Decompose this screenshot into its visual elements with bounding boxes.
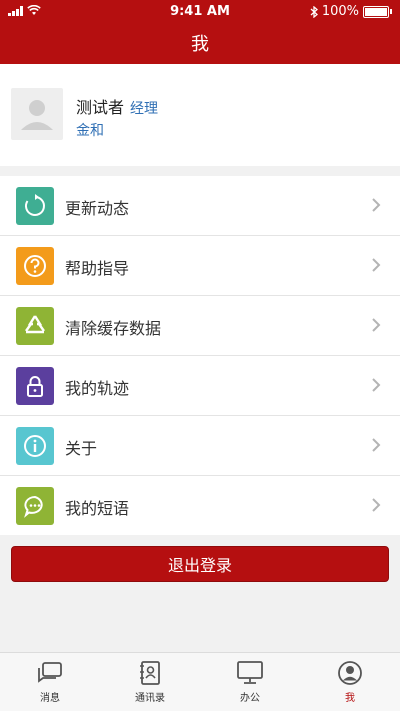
tab-label: 消息 [40,693,60,704]
avatar-placeholder-icon [21,100,53,130]
recycle-icon [16,307,54,345]
menu-list: 更新动态 帮助指导 清除缓存数据 我的轨迹 关于 我的短语 [0,176,400,535]
chevron-right-icon [372,438,381,452]
profile-role: 经理 [130,101,159,117]
profile-name: 测试者 [76,98,125,117]
user-icon [335,659,365,687]
profile-card[interactable]: 测试者 经理 金和 [0,64,400,166]
page-title: 我 [191,34,209,55]
menu-label: 帮助指导 [65,259,130,278]
chevron-right-icon [372,318,381,332]
tab-messages[interactable]: 消息 [0,653,100,711]
bluetooth-icon [310,5,318,18]
battery-percent: 100% [321,4,359,19]
tab-bar: 消息 通讯录 办公 我 [0,652,400,711]
menu-label: 清除缓存数据 [65,319,162,338]
question-icon [16,247,54,285]
menu-label: 关于 [65,439,98,458]
menu-item-update[interactable]: 更新动态 [0,176,400,236]
profile-name-line: 测试者 经理 [76,94,158,118]
chevron-right-icon [372,378,381,392]
logout-button[interactable]: 退出登录 [11,546,389,582]
menu-item-about[interactable]: 关于 [0,416,400,476]
header-bar: 9:41 AM 100% 我 [0,0,400,64]
chevron-right-icon [372,498,381,512]
tab-label: 办公 [240,693,260,704]
message-icon [35,659,65,687]
monitor-icon [235,659,265,687]
chevron-right-icon [372,258,381,272]
menu-label: 更新动态 [65,199,130,218]
tab-contacts[interactable]: 通讯录 [100,653,200,711]
menu-item-my-track[interactable]: 我的轨迹 [0,356,400,416]
battery-tip [390,9,392,14]
status-right: 100% [310,4,392,19]
tab-me[interactable]: 我 [300,653,400,711]
menu-item-clear-cache[interactable]: 清除缓存数据 [0,296,400,356]
chevron-right-icon [372,198,381,212]
menu-item-help[interactable]: 帮助指导 [0,236,400,296]
chat-icon [16,487,54,525]
info-icon [16,427,54,465]
profile-company: 金和 [76,123,104,139]
tab-label: 通讯录 [135,693,165,704]
tab-office[interactable]: 办公 [200,653,300,711]
lock-icon [16,367,54,405]
tab-label: 我 [345,693,355,704]
menu-label: 我的轨迹 [65,379,130,398]
status-bar: 9:41 AM 100% [0,0,400,24]
menu-item-my-phrases[interactable]: 我的短语 [0,476,400,535]
battery-icon [363,5,389,18]
contacts-icon [135,659,165,687]
refresh-icon [16,187,54,225]
avatar[interactable] [11,88,63,140]
menu-label: 我的短语 [65,499,130,518]
